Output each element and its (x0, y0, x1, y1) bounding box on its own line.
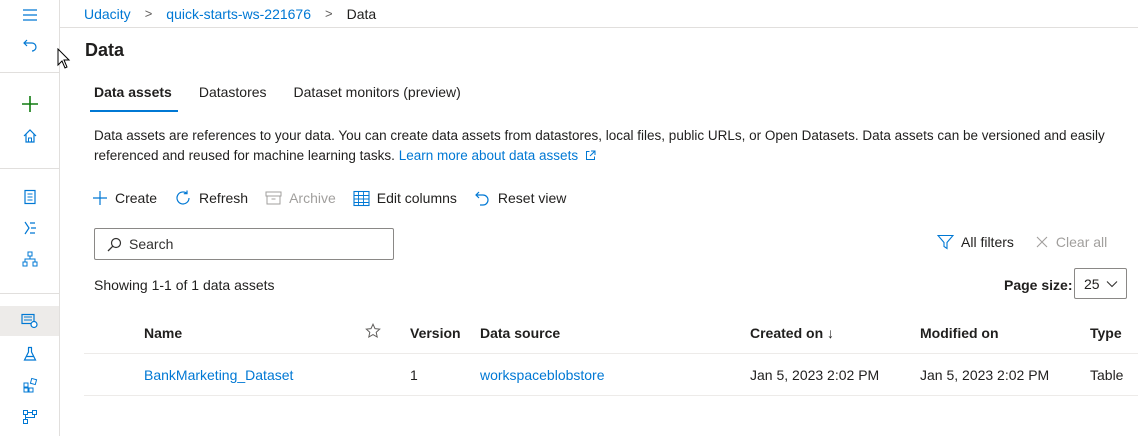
asset-version: 1 (410, 367, 418, 383)
breadcrumb-workspace-group[interactable]: Udacity (84, 6, 131, 22)
search-input[interactable]: Search (94, 228, 394, 260)
page-title: Data (85, 40, 125, 60)
clear-all-button[interactable]: Clear all (1035, 234, 1107, 250)
archive-icon (265, 191, 282, 205)
tab-dataset-monitors[interactable]: Dataset monitors (preview) (294, 84, 461, 112)
edit-columns-button[interactable]: Edit columns (353, 190, 457, 207)
automl-icon[interactable] (0, 213, 59, 243)
left-nav-rail (0, 0, 60, 436)
home-icon[interactable] (0, 121, 59, 151)
breadcrumb: Udacity > quick-starts-ws-221676 > Data (60, 0, 1138, 28)
tab-list: Data assets Datastores Dataset monitors … (90, 84, 488, 112)
column-header-data-source[interactable]: Data source (480, 325, 560, 341)
hamburger-icon[interactable] (0, 0, 59, 30)
reset-view-button[interactable]: Reset view (474, 190, 566, 207)
asset-name-link[interactable]: BankMarketing_Dataset (144, 367, 293, 383)
asset-created-on: Jan 5, 2023 2:02 PM (750, 367, 880, 383)
column-header-modified-on[interactable]: Modified on (920, 325, 999, 341)
command-bar: Create Refresh Archive Edit columns Rese… (92, 186, 583, 210)
undo-icon (475, 191, 489, 206)
add-icon[interactable] (0, 89, 59, 119)
external-link-icon (585, 150, 596, 160)
tab-data-assets[interactable]: Data assets (90, 84, 178, 112)
chevron-right-icon: > (144, 6, 153, 21)
tab-datastores[interactable]: Datastores (199, 84, 267, 112)
pipelines-icon[interactable] (0, 402, 59, 432)
search-placeholder: Search (129, 236, 174, 252)
data-source-link[interactable]: workspaceblobstore (480, 367, 605, 383)
column-header-created-on[interactable]: Created on ↓ (750, 325, 834, 341)
archive-button[interactable]: Archive (265, 190, 336, 206)
designer-icon[interactable] (0, 244, 59, 274)
page-description: Data assets are references to your data.… (94, 126, 1124, 166)
table-header: Name Version Data source Created on ↓ Mo… (84, 312, 1138, 354)
close-icon (1036, 236, 1048, 248)
column-header-name[interactable]: Name (144, 325, 182, 341)
column-header-type[interactable]: Type (1090, 325, 1122, 341)
column-header-version[interactable]: Version (410, 325, 461, 341)
filter-icon (937, 234, 954, 250)
description-text: Data assets are references to your data.… (94, 128, 1105, 163)
asset-modified-on: Jan 5, 2023 2:02 PM (920, 367, 1050, 383)
refresh-button[interactable]: Refresh (174, 189, 248, 207)
table-row[interactable]: BankMarketing_Dataset 1 workspaceblobsto… (84, 354, 1138, 396)
create-button[interactable]: Create (92, 190, 157, 206)
add-icon (93, 191, 107, 205)
breadcrumb-workspace[interactable]: quick-starts-ws-221676 (166, 6, 311, 22)
all-filters-button[interactable]: All filters (937, 234, 1014, 250)
chevron-down-icon (1106, 281, 1118, 288)
components-icon[interactable] (0, 370, 59, 400)
star-icon[interactable] (365, 323, 381, 339)
back-icon[interactable] (0, 29, 59, 59)
table-icon (353, 190, 370, 206)
page-size-label: Page size: (1004, 277, 1073, 293)
chevron-right-icon: > (325, 6, 333, 21)
filter-bar: All filters Clear all (937, 234, 1107, 250)
refresh-icon (176, 190, 190, 205)
data-icon[interactable] (0, 306, 59, 336)
search-icon (107, 237, 122, 251)
result-count: Showing 1-1 of 1 data assets (94, 277, 275, 293)
page-size-select[interactable]: 25 (1074, 268, 1127, 299)
cursor-icon (57, 48, 71, 69)
breadcrumb-current: Data (346, 5, 377, 22)
learn-more-link[interactable]: Learn more about data assets (399, 148, 596, 163)
asset-type: Table (1090, 367, 1124, 383)
notebook-icon[interactable] (0, 182, 59, 212)
experiment-icon[interactable] (0, 339, 59, 369)
